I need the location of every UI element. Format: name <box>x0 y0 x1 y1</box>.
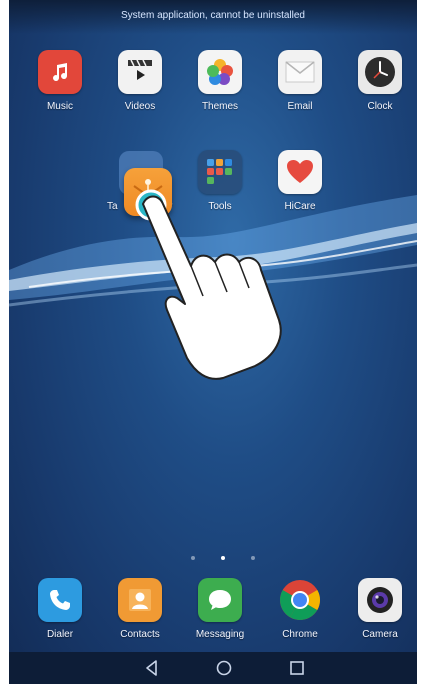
page-dot <box>191 556 195 560</box>
hand-gesture-icon <box>135 189 282 380</box>
contact-card-icon <box>118 578 162 622</box>
app-label: Videos <box>124 101 156 112</box>
app-label: Dialer <box>46 629 74 640</box>
app-label: Camera <box>362 629 398 640</box>
page-dot-active <box>221 556 225 560</box>
home-circle-icon[interactable] <box>213 658 235 678</box>
phone-icon <box>38 578 82 622</box>
app-music[interactable]: Music <box>25 50 95 136</box>
app-email[interactable]: Email <box>265 50 335 136</box>
app-themes[interactable]: Themes <box>185 50 255 136</box>
play-icon <box>118 50 162 94</box>
camera-lens-icon <box>358 578 402 622</box>
music-note-icon <box>38 50 82 94</box>
app-clock[interactable]: Clock <box>345 50 415 136</box>
toast-message: System application, cannot be uninstalle… <box>9 0 417 34</box>
page-indicator <box>9 553 417 563</box>
back-triangle-icon[interactable] <box>141 658 163 678</box>
app-label: Messaging <box>195 629 245 640</box>
app-label: Contacts <box>120 629 160 640</box>
chat-bubble-icon <box>198 578 242 622</box>
clock-icon <box>358 50 402 94</box>
app-label: Chrome <box>282 629 318 640</box>
recent-square-icon[interactable] <box>286 658 308 678</box>
chrome-icon <box>278 578 322 622</box>
envelope-icon <box>278 50 322 94</box>
dock: Dialer Contacts Messaging Chrome Camera <box>9 572 417 652</box>
page-dot <box>251 556 255 560</box>
app-label: Clock <box>367 101 393 112</box>
navigation-bar <box>9 652 417 684</box>
app-label: Music <box>46 101 74 112</box>
app-label: Email <box>287 101 313 112</box>
app-label: Themes <box>201 101 239 112</box>
app-videos[interactable]: Videos <box>105 50 175 136</box>
themes-icon <box>198 50 242 94</box>
home-screen: System application, cannot be uninstalle… <box>9 0 417 684</box>
app-label-left: Ta <box>107 201 118 212</box>
